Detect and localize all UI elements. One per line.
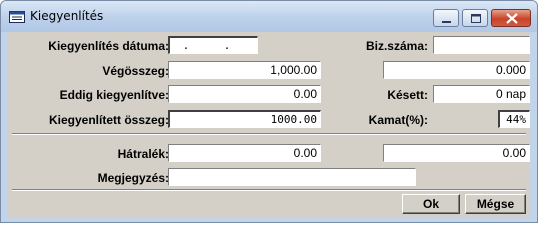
kiegyenlitett-osszeg-input[interactable]: 1000.00 — [168, 110, 321, 128]
separator-line — [12, 133, 526, 135]
label-biz-szama: Biz.száma: — [365, 39, 428, 53]
cancel-button[interactable]: Mégse — [465, 194, 526, 214]
label-kiegyenlitett-osszeg: Kiegyenlített összeg: — [48, 113, 169, 127]
kesett-value: 0 nap — [433, 85, 530, 103]
maximize-icon — [471, 14, 481, 23]
ok-button[interactable]: Ok — [402, 194, 460, 214]
vegosszeg-right-value: 0.000 — [383, 61, 530, 79]
separator-line-bottom — [12, 189, 526, 191]
label-megjegyzes: Megjegyzés: — [97, 171, 169, 185]
hatralek-value: 0.00 — [168, 144, 321, 162]
close-icon — [506, 13, 518, 24]
vegosszeg-value: 1,000.00 — [168, 61, 321, 79]
label-kamat: Kamat(%): — [368, 113, 428, 127]
label-vegosszeg: Végösszeg: — [102, 64, 169, 78]
dialog-client-area: Kiegyenlítés dátuma: . . Biz.száma: Végö… — [8, 32, 530, 217]
minimize-icon — [442, 21, 451, 23]
close-button[interactable] — [491, 9, 531, 27]
date-input[interactable]: . . — [168, 36, 258, 54]
dialog-window: Kiegyenlítés Kiegyenlítés dátuma: . . Bi… — [0, 0, 538, 223]
label-eddig-kiegyenlitve: Eddig kiegyenlítve: — [59, 88, 169, 102]
label-kesett: Késett: — [387, 88, 428, 102]
biz-szama-input[interactable] — [433, 36, 530, 54]
megjegyzes-input[interactable] — [168, 168, 416, 186]
kamat-input[interactable]: 44% — [498, 110, 530, 128]
hatralek-right-value: 0.00 — [383, 144, 530, 162]
maximize-button[interactable] — [462, 9, 488, 27]
window-app-icon — [9, 11, 25, 23]
title-bar[interactable]: Kiegyenlítés — [1, 1, 537, 32]
label-hatralek: Hátralék: — [117, 147, 169, 161]
window-title: Kiegyenlítés — [30, 9, 104, 23]
label-kiegyenlites-datuma: Kiegyenlítés dátuma: — [48, 39, 169, 53]
minimize-button[interactable] — [433, 9, 459, 27]
eddig-kiegyenlitve-value: 0.00 — [168, 85, 321, 103]
